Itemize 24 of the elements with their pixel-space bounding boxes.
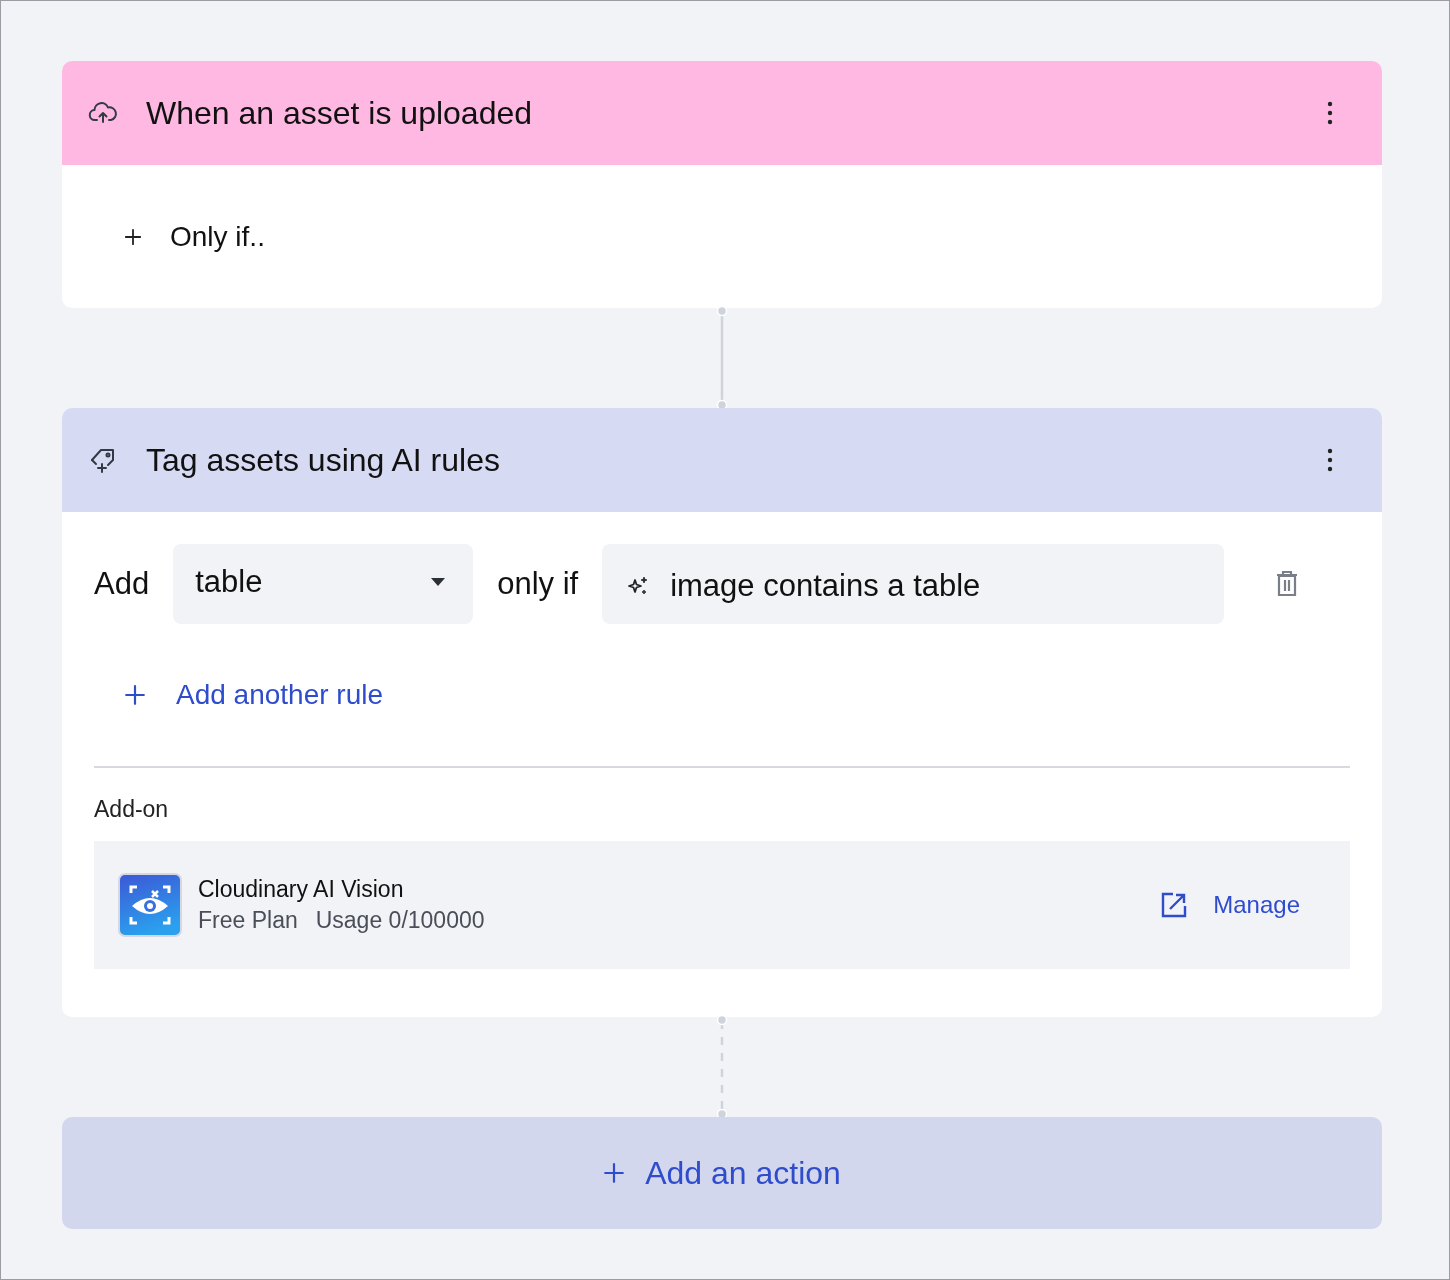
plus-icon — [124, 227, 142, 246]
condition-button[interactable]: Only if.. — [124, 220, 265, 253]
manage-link[interactable]: Manage — [1161, 891, 1300, 919]
more-options-icon[interactable] — [1326, 448, 1334, 472]
add-action-button[interactable]: Add an action — [62, 1117, 1382, 1229]
cloud-upload-icon — [88, 101, 118, 125]
add-rule-button[interactable]: Add another rule — [124, 679, 384, 711]
caret-icon — [431, 578, 446, 586]
usage-label: Usage 0/100000 — [315, 907, 485, 934]
plus-icon — [124, 684, 146, 706]
more-options-icon[interactable] — [1326, 101, 1334, 125]
rule-label: only if — [497, 566, 579, 602]
addon-name: Cloudinary AI Vision — [198, 876, 405, 903]
condition-field[interactable]: image contains a table — [602, 544, 1224, 624]
tag-dropdown[interactable]: table — [173, 544, 474, 624]
card-title: When an asset is uploaded — [146, 94, 534, 132]
card-title: Tag assets using AI rules — [146, 441, 501, 479]
plus-icon — [603, 1162, 626, 1184]
section-heading: Add-on — [94, 796, 170, 823]
trash-icon[interactable] — [1276, 571, 1298, 597]
rule-label: Add — [94, 566, 150, 602]
app-logo-icon — [118, 873, 182, 937]
external-link-icon — [1161, 892, 1188, 918]
plan-label: Free Plan — [198, 907, 298, 934]
